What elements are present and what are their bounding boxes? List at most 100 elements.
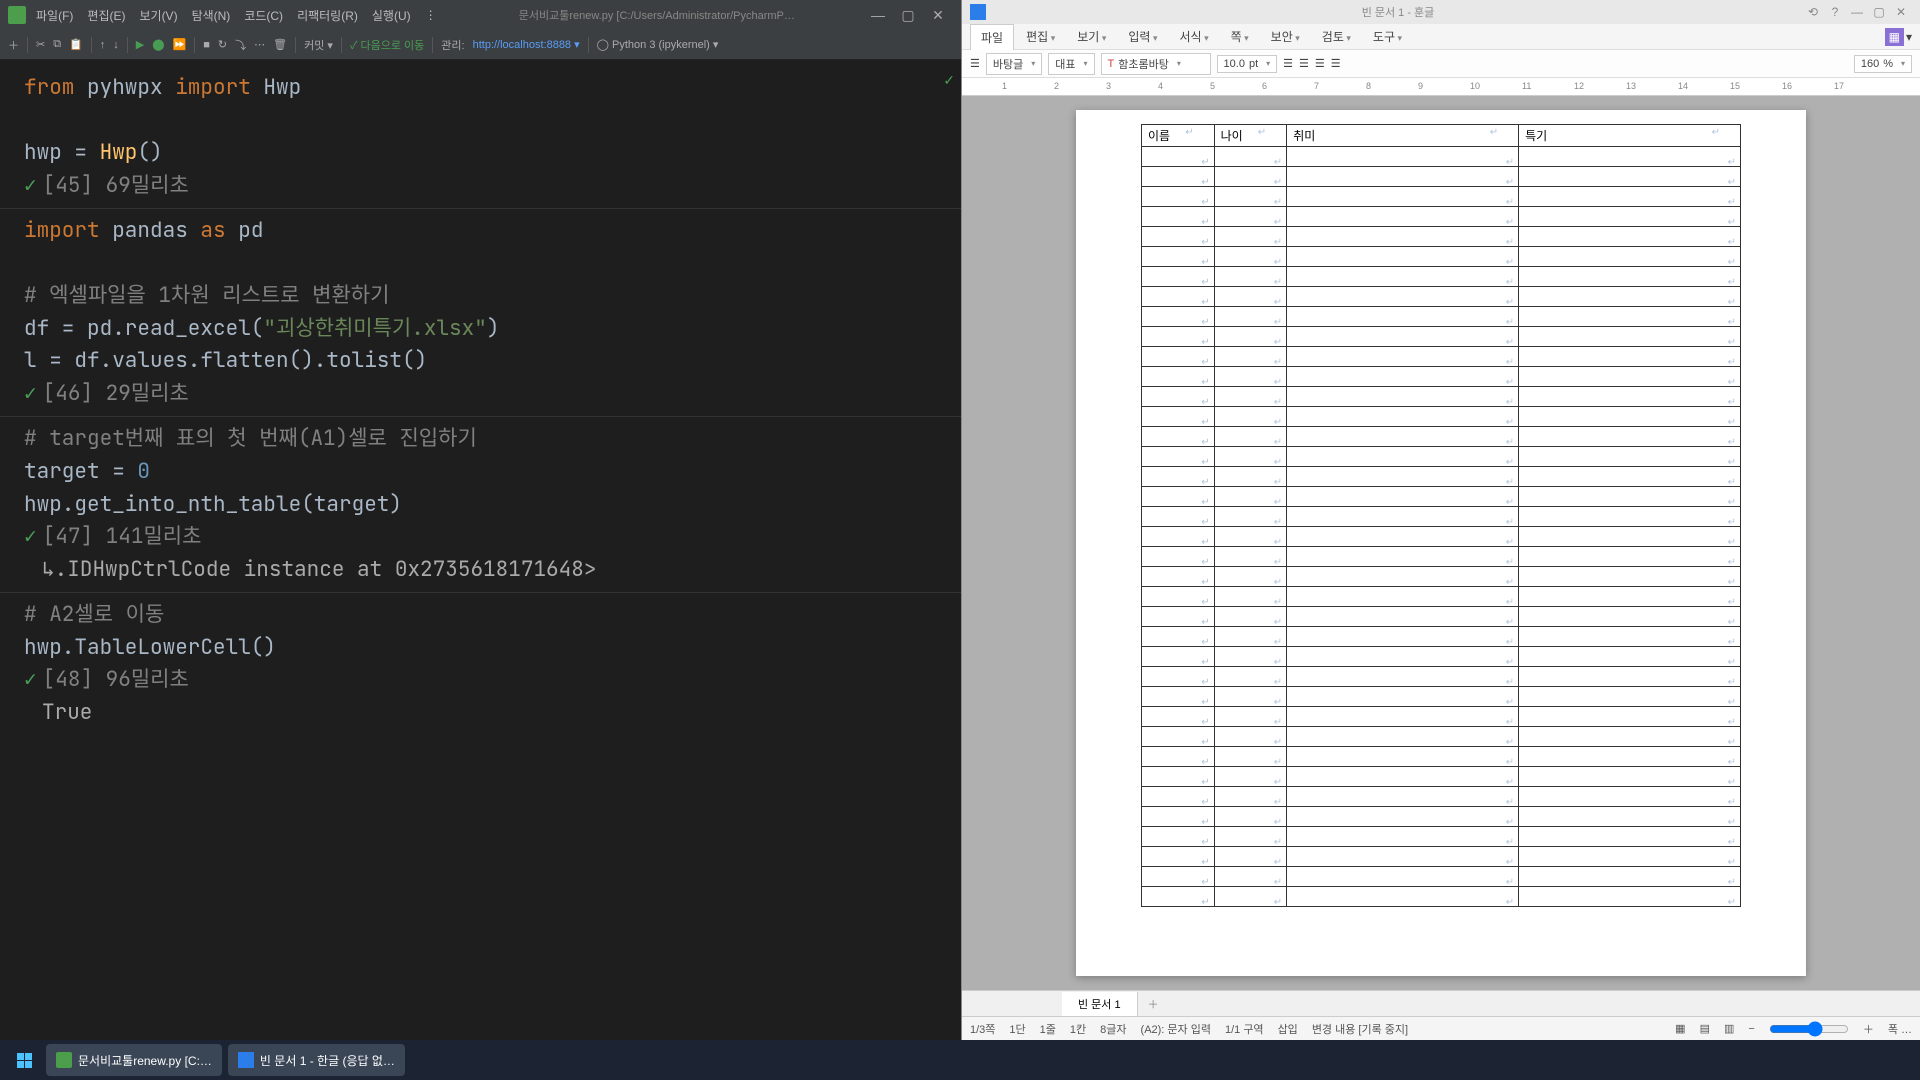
table-cell[interactable]: ↵ [1519,187,1741,207]
table-row[interactable]: ↵↵↵↵ [1142,667,1741,687]
table-cell[interactable]: ↵ [1214,447,1287,467]
table-cell[interactable]: ↵ [1142,187,1215,207]
table-cell[interactable]: ↵ [1142,167,1215,187]
code-cell[interactable]: from pyhwpx import Hwp hwp = Hwp()✓[45] … [0,66,961,208]
close-button[interactable]: ✕ [923,7,953,24]
table-row[interactable]: ↵↵↵↵ [1142,407,1741,427]
table-row[interactable]: ↵↵↵↵ [1142,367,1741,387]
hg-menu-page[interactable]: 쪽 [1221,24,1259,49]
hg-para-icon[interactable]: ☰ [970,57,980,70]
table-row[interactable]: ↵↵↵↵ [1142,567,1741,587]
table-row[interactable]: ↵↵↵↵ [1142,587,1741,607]
table-cell[interactable]: ↵ [1519,427,1741,447]
table-header[interactable]: 나이↵ [1214,125,1287,147]
table-cell[interactable]: ↵ [1287,587,1519,607]
style-select[interactable]: 바탕글 [986,53,1042,75]
document-table[interactable]: 이름↵나이↵취미↵특기↵ ↵↵↵↵↵↵↵↵↵↵↵↵↵↵↵↵↵↵↵↵↵↵↵↵↵↵↵… [1141,124,1741,907]
table-row[interactable]: ↵↵↵↵ [1142,447,1741,467]
table-cell[interactable]: ↵ [1519,267,1741,287]
table-cell[interactable]: ↵ [1142,667,1215,687]
table-cell[interactable]: ↵ [1142,747,1215,767]
table-cell[interactable]: ↵ [1142,467,1215,487]
align-left-icon[interactable]: ☰ [1283,57,1293,70]
table-cell[interactable]: ↵ [1214,707,1287,727]
table-row[interactable]: ↵↵↵↵ [1142,767,1741,787]
table-cell[interactable]: ↵ [1142,707,1215,727]
code-cell[interactable]: # target번째 표의 첫 번째(A1)셀로 진입하기target = 0h… [0,416,961,592]
table-cell[interactable]: ↵ [1142,227,1215,247]
taskbar-hangul[interactable]: 빈 문서 1 - 한글 (응답 없… [228,1044,405,1076]
table-cell[interactable]: ↵ [1214,147,1287,167]
table-cell[interactable]: ↵ [1287,787,1519,807]
zoom-select[interactable]: 160 % [1854,55,1912,73]
table-cell[interactable]: ↵ [1142,347,1215,367]
table-row[interactable]: ↵↵↵↵ [1142,327,1741,347]
table-cell[interactable]: ↵ [1519,167,1741,187]
align-center-icon[interactable]: ☰ [1299,57,1309,70]
table-cell[interactable]: ↵ [1142,587,1215,607]
table-cell[interactable]: ↵ [1287,747,1519,767]
table-cell[interactable]: ↵ [1519,807,1741,827]
table-row[interactable]: ↵↵↵↵ [1142,547,1741,567]
table-row[interactable]: ↵↵↵↵ [1142,227,1741,247]
table-cell[interactable]: ↵ [1287,307,1519,327]
table-cell[interactable]: ↵ [1519,707,1741,727]
table-cell[interactable]: ↵ [1519,227,1741,247]
table-cell[interactable]: ↵ [1287,387,1519,407]
table-cell[interactable]: ↵ [1214,427,1287,447]
table-row[interactable]: ↵↵↵↵ [1142,727,1741,747]
table-cell[interactable]: ↵ [1519,487,1741,507]
table-cell[interactable]: ↵ [1287,147,1519,167]
table-cell[interactable]: ↵ [1214,307,1287,327]
hg-view-icon1[interactable]: ▦ [1885,28,1904,46]
table-cell[interactable]: ↵ [1519,527,1741,547]
table-cell[interactable]: ↵ [1287,467,1519,487]
table-row[interactable]: ↵↵↵↵ [1142,467,1741,487]
table-cell[interactable]: ↵ [1142,247,1215,267]
table-row[interactable]: ↵↵↵↵ [1142,627,1741,647]
table-cell[interactable]: ↵ [1519,867,1741,887]
table-cell[interactable]: ↵ [1287,867,1519,887]
table-cell[interactable]: ↵ [1287,887,1519,907]
run-icon[interactable]: ▶ [136,38,144,51]
table-cell[interactable]: ↵ [1214,807,1287,827]
table-cell[interactable]: ↵ [1142,427,1215,447]
table-cell[interactable]: ↵ [1214,187,1287,207]
table-cell[interactable]: ↵ [1519,887,1741,907]
table-row[interactable]: ↵↵↵↵ [1142,167,1741,187]
table-cell[interactable]: ↵ [1214,747,1287,767]
run-cell-gutter-icon[interactable]: ✓ [943,72,955,89]
table-row[interactable]: ↵↵↵↵ [1142,427,1741,447]
table-cell[interactable]: ↵ [1519,207,1741,227]
restart-icon[interactable]: ↻ [218,38,227,51]
table-cell[interactable]: ↵ [1142,867,1215,887]
goto-checkbox[interactable]: ✓ 다음으로 이동 [350,37,424,53]
table-cell[interactable]: ↵ [1214,347,1287,367]
table-cell[interactable]: ↵ [1142,727,1215,747]
table-row[interactable]: ↵↵↵↵ [1142,247,1741,267]
table-cell[interactable]: ↵ [1214,627,1287,647]
table-cell[interactable]: ↵ [1214,767,1287,787]
table-cell[interactable]: ↵ [1142,827,1215,847]
menu-more[interactable]: ⋮ [425,8,437,22]
zoom-out-icon[interactable]: − [1748,1023,1754,1035]
table-cell[interactable]: ↵ [1214,587,1287,607]
interpreter-dropdown[interactable]: ◯ Python 3 (ipykernel) ▾ [597,38,719,51]
table-cell[interactable]: ↵ [1214,527,1287,547]
table-cell[interactable]: ↵ [1214,867,1287,887]
table-cell[interactable]: ↵ [1287,287,1519,307]
commit-dropdown[interactable]: 커밋 ▾ [304,37,333,53]
menu-view[interactable]: 보기(V) [139,7,177,24]
code-editor[interactable]: ✓ from pyhwpx import Hwp hwp = Hwp()✓[45… [0,60,961,1040]
table-header[interactable]: 특기↵ [1519,125,1741,147]
table-cell[interactable]: ↵ [1519,667,1741,687]
menu-navigate[interactable]: 탐색(N) [192,7,231,24]
table-cell[interactable]: ↵ [1287,247,1519,267]
table-header[interactable]: 이름↵ [1142,125,1215,147]
zoom-slider[interactable] [1769,1021,1849,1037]
table-cell[interactable]: ↵ [1214,247,1287,267]
hg-help-icon[interactable]: ⟲ [1802,5,1824,19]
table-cell[interactable]: ↵ [1519,827,1741,847]
table-cell[interactable]: ↵ [1214,367,1287,387]
hg-menu-view[interactable]: 보기 [1067,24,1116,49]
